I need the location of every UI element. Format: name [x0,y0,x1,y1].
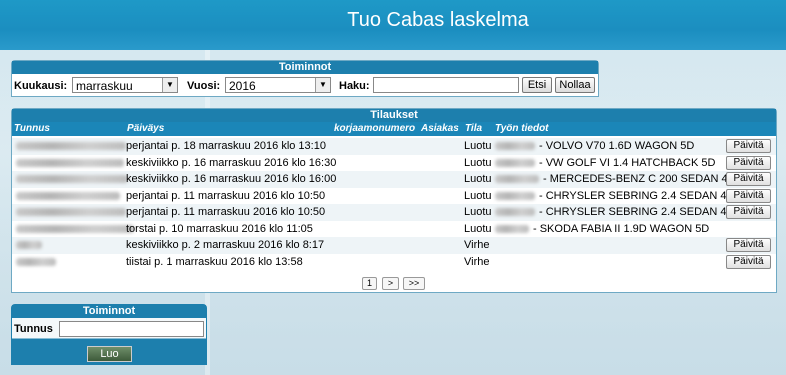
row-work: - VOLVO V70 1.6D WAGON 5D [539,140,695,152]
update-button[interactable]: Päivitä [726,188,771,203]
row-id-redacted [16,173,128,185]
row-id-redacted [16,239,42,251]
filter-panel: Toiminnot Kuukausi: marraskuu ▼ Vuosi: 2… [11,60,599,97]
month-select[interactable]: marraskuu ▼ [72,77,178,93]
row-date: torstai p. 10 marraskuu 2016 klo 11:05 [126,222,313,235]
year-select-value: 2016 [229,79,256,93]
id-input[interactable] [59,321,204,337]
row-date: tiistai p. 1 marraskuu 2016 klo 13:58 [126,255,303,268]
row-id-redacted [16,157,124,169]
row-id-redacted [16,190,120,202]
chevron-down-icon[interactable]: ▼ [162,78,177,92]
row-status: Luotu [464,222,492,235]
col-work: Työn tiedot [495,123,549,134]
table-row: perjantai p. 11 marraskuu 2016 klo 10:50… [12,187,776,205]
search-input[interactable] [373,77,519,93]
col-date: Päiväys [127,123,165,134]
update-button[interactable]: Päivitä [726,238,771,252]
row-work-id-redacted [495,173,539,185]
row-work-id-redacted [495,206,535,218]
page-title: Tuo Cabas laskelma [347,9,529,31]
row-date: keskiviikko p. 16 marraskuu 2016 klo 16:… [126,173,337,185]
next-page-button[interactable]: > [382,277,399,290]
row-date: keskiviikko p. 2 marraskuu 2016 klo 8:17 [126,239,325,251]
row-work: - MERCEDES-BENZ C 200 SEDAN 4D [543,173,736,185]
row-id-redacted [16,140,126,152]
row-work-id-redacted [495,157,535,169]
row-status: Luotu [464,189,492,202]
row-date: perjantai p. 18 marraskuu 2016 klo 13:10 [126,140,326,152]
row-work: - CHRYSLER SEBRING 2.4 SEDAN 4D [539,206,735,218]
update-button[interactable]: Päivitä [726,139,771,153]
col-customer: Asiakas [421,123,459,134]
create-panel: Toiminnot Tunnus Luo [11,304,207,365]
table-row: tiistai p. 1 marraskuu 2016 klo 13:58 Vir… [12,253,776,271]
orders-table-header: Tunnus Päiväys korjaamonumero Asiakas Ti… [12,122,776,136]
create-button[interactable]: Luo [87,346,132,362]
row-status: Virhe [464,255,490,268]
month-label: Kuukausi: [14,80,68,92]
update-button[interactable]: Päivitä [726,205,771,219]
table-row: perjantai p. 11 marraskuu 2016 klo 10:50… [12,204,776,221]
row-date: perjantai p. 11 marraskuu 2016 klo 10:50 [126,189,326,202]
row-status: Virhe [464,239,490,251]
orders-panel-title: Tilaukset [12,109,776,122]
page-1-button[interactable]: 1 [362,277,377,290]
page-header: Tuo Cabas laskelma [0,0,786,50]
row-work-id-redacted [495,190,535,202]
row-work-id-redacted [495,140,535,152]
row-status: Luotu [464,140,492,152]
create-panel-body: Tunnus Luo [12,318,206,364]
update-button[interactable]: Päivitä [726,155,771,170]
row-work-id-redacted [495,223,529,235]
update-button[interactable]: Päivitä [726,254,771,269]
last-page-button[interactable]: >> [403,277,425,290]
update-button[interactable]: Päivitä [726,172,771,186]
year-label: Vuosi: [187,80,221,92]
orders-panel: Tilaukset Tunnus Päiväys korjaamonumero … [11,108,777,293]
year-select[interactable]: 2016 ▼ [225,77,331,93]
table-row: keskiviikko p. 2 marraskuu 2016 klo 8:17… [12,237,776,254]
row-id-redacted [16,223,134,235]
col-id: Tunnus [14,123,50,134]
id-label: Tunnus [14,323,53,335]
row-id-redacted [16,256,56,268]
reset-button[interactable]: Nollaa [555,77,595,93]
row-date: perjantai p. 11 marraskuu 2016 klo 10:50 [126,206,326,218]
row-id-redacted [16,206,126,218]
month-select-value: marraskuu [76,79,133,93]
row-work: - SKODA FABIA II 1.9D WAGON 5D [533,222,710,235]
table-row: torstai p. 10 marraskuu 2016 klo 11:05 Lu… [12,220,776,238]
col-status: Tila [465,123,483,134]
create-panel-title: Toiminnot [12,305,206,318]
filter-panel-title: Toiminnot [12,61,598,74]
row-work: - CHRYSLER SEBRING 2.4 SEDAN 4D [539,189,735,202]
table-row: perjantai p. 18 marraskuu 2016 klo 13:10… [12,138,776,155]
row-status: Luotu [464,206,492,218]
chevron-down-icon[interactable]: ▼ [315,78,330,92]
col-repair-no: korjaamonumero [334,123,416,134]
row-status: Luotu [464,173,492,185]
row-work: - VW GOLF VI 1.4 HATCHBACK 5D [539,156,716,169]
table-row: keskiviikko p. 16 marraskuu 2016 klo 16:… [12,171,776,188]
row-date: keskiviikko p. 16 marraskuu 2016 klo 16:… [126,156,337,169]
row-status: Luotu [464,156,492,169]
search-button[interactable]: Etsi [522,77,552,93]
search-label: Haku: [339,80,370,92]
table-row: keskiviikko p. 16 marraskuu 2016 klo 16:… [12,154,776,172]
